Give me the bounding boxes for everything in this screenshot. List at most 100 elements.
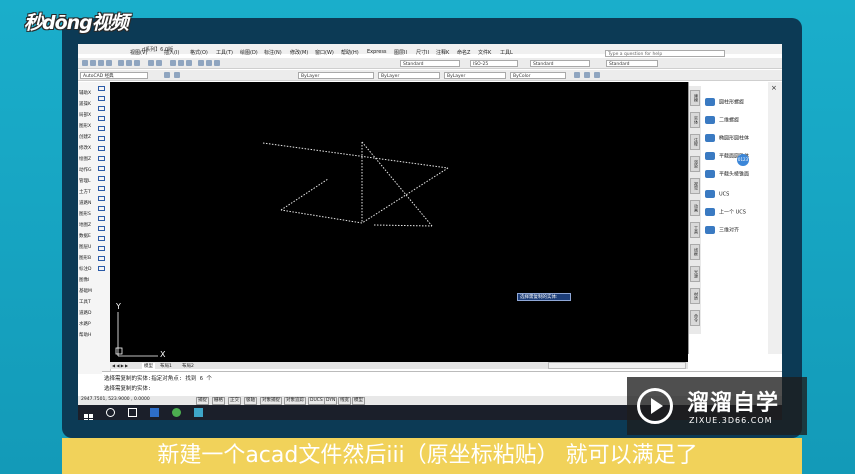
- left-item[interactable]: 标注D: [79, 266, 91, 272]
- palette-item[interactable]: 圆柱形螺旋: [705, 98, 744, 106]
- palette-tab[interactable]: 视觉: [690, 178, 700, 194]
- arc-icon[interactable]: [98, 136, 105, 141]
- autocad-taskbar-icon[interactable]: [194, 408, 203, 417]
- left-item[interactable]: 管理L: [79, 178, 91, 184]
- hatch-icon[interactable]: [594, 72, 600, 78]
- selected-line[interactable]: [361, 167, 449, 224]
- left-item[interactable]: 局部X: [79, 112, 91, 118]
- left-item[interactable]: 水路P: [79, 321, 91, 327]
- pan-icon[interactable]: [170, 60, 176, 66]
- revcloud-icon[interactable]: [98, 156, 105, 161]
- table-icon[interactable]: [98, 256, 105, 261]
- dim-style-select[interactable]: ISO-25: [470, 60, 518, 67]
- windows-start-icon[interactable]: [84, 408, 93, 420]
- properties-icon[interactable]: [198, 60, 204, 66]
- tab-model[interactable]: 模型: [142, 363, 155, 369]
- construction-line-icon[interactable]: [98, 96, 105, 101]
- lineweight-toggle[interactable]: 线宽: [338, 397, 351, 405]
- close-icon[interactable]: ×: [771, 84, 777, 92]
- selected-line[interactable]: [361, 141, 433, 227]
- task-view-icon[interactable]: [128, 408, 137, 417]
- gradient-icon[interactable]: [98, 236, 105, 241]
- insert-block-icon[interactable]: [98, 196, 105, 201]
- menu-help[interactable]: 帮助(H): [341, 49, 359, 56]
- left-item[interactable]: 修改X: [79, 145, 91, 151]
- cut-icon[interactable]: [118, 60, 124, 66]
- menu-tools2[interactable]: 工具L: [500, 49, 513, 56]
- tool-palette-icon[interactable]: [214, 60, 220, 66]
- menu-insert[interactable]: 插入(I): [164, 49, 179, 56]
- text-style-select[interactable]: Standard: [400, 60, 460, 67]
- ellipse-arc-icon[interactable]: [98, 186, 105, 191]
- workspace-select[interactable]: AutoCAD 经典: [80, 72, 148, 79]
- circle-icon[interactable]: [98, 146, 105, 151]
- menu-draw[interactable]: 绘图(D): [240, 49, 258, 56]
- palette-tab[interactable]: 渲染: [690, 156, 700, 172]
- app-icon[interactable]: [150, 408, 159, 417]
- palette-tab[interactable]: 实体: [690, 112, 700, 128]
- tab-layout1[interactable]: 布局1: [160, 363, 172, 369]
- left-item[interactable]: 遥操K: [79, 101, 91, 107]
- menu-annot[interactable]: 注释K: [436, 49, 449, 56]
- palette-tab[interactable]: 光源: [690, 266, 700, 282]
- layer-previous-icon[interactable]: [174, 72, 180, 78]
- lineweight-select[interactable]: ByLayer: [444, 72, 506, 79]
- browser-icon[interactable]: [172, 408, 181, 417]
- left-item[interactable]: 绘图Z: [79, 156, 91, 162]
- open-icon[interactable]: [90, 60, 96, 66]
- left-item[interactable]: 工具T: [79, 299, 91, 305]
- menu-format[interactable]: 格式(O): [190, 49, 208, 56]
- menu-size[interactable]: 尺寸II: [416, 49, 429, 56]
- redo-icon[interactable]: [156, 60, 162, 66]
- menu-window[interactable]: 窗口(W): [315, 49, 334, 56]
- plotstyle-select[interactable]: ByColor: [510, 72, 566, 79]
- selected-line[interactable]: [262, 142, 449, 169]
- palette-tab[interactable]: 注释: [690, 134, 700, 150]
- polar-toggle[interactable]: 极轴: [244, 397, 257, 405]
- design-center-icon[interactable]: [206, 60, 212, 66]
- palette-item[interactable]: 平截头棱锥面: [705, 170, 749, 178]
- palette-tab[interactable]: 材质: [690, 288, 700, 304]
- spline-icon[interactable]: [98, 166, 105, 171]
- left-item[interactable]: 土方T: [79, 189, 91, 195]
- menu-layer2[interactable]: 图层II: [394, 49, 407, 56]
- help-search-input[interactable]: Type a question for help: [605, 50, 725, 57]
- new-icon[interactable]: [82, 60, 88, 66]
- left-item[interactable]: 图形X: [79, 123, 91, 129]
- drawing-canvas[interactable]: Y X 选择需复制的实体:: [110, 82, 688, 362]
- menu-file[interactable]: 文件K: [478, 49, 491, 56]
- polygon-icon[interactable]: [98, 116, 105, 121]
- ducs-toggle[interactable]: DUCS: [308, 397, 325, 405]
- otrack-toggle[interactable]: 对象追踪: [284, 397, 306, 405]
- linetype-select[interactable]: ByLayer: [378, 72, 440, 79]
- copy-icon[interactable]: [126, 60, 132, 66]
- horizontal-scrollbar[interactable]: [548, 362, 686, 369]
- layer-manager-icon[interactable]: [164, 72, 170, 78]
- rectangle-icon[interactable]: [98, 126, 105, 131]
- left-item[interactable]: 图形B: [79, 255, 91, 261]
- left-item[interactable]: 数据E: [79, 233, 91, 239]
- palette-tab[interactable]: 建模: [690, 90, 700, 106]
- palette-item[interactable]: 椭圆形圆柱体: [705, 134, 749, 142]
- selected-line[interactable]: [373, 224, 433, 227]
- print-icon[interactable]: [106, 60, 112, 66]
- dyn-toggle[interactable]: DYN: [324, 397, 338, 405]
- left-item[interactable]: 帮助H: [79, 332, 91, 338]
- color-select[interactable]: ByLayer: [298, 72, 374, 79]
- left-item[interactable]: 图层U: [79, 244, 91, 250]
- menu-name[interactable]: 命名Z: [457, 49, 470, 56]
- make-block-icon[interactable]: [98, 206, 105, 211]
- region-icon[interactable]: [98, 246, 105, 251]
- left-item[interactable]: 创建Z: [79, 134, 91, 140]
- tab-layout2[interactable]: 布局2: [182, 363, 194, 369]
- search-icon[interactable]: [106, 408, 115, 417]
- paste-icon[interactable]: [134, 60, 140, 66]
- palette-tab[interactable]: 动画: [690, 200, 700, 216]
- palette-tab[interactable]: 命令: [690, 310, 700, 326]
- left-item[interactable]: 图像I: [79, 277, 89, 283]
- point-icon[interactable]: [98, 216, 105, 221]
- left-item[interactable]: 动作G: [79, 167, 92, 173]
- palette-tab[interactable]: 工具: [690, 222, 700, 238]
- menu-express[interactable]: Express: [367, 49, 387, 55]
- tab-nav-icon[interactable]: ◀ ◀ ▶ ▶: [112, 363, 128, 368]
